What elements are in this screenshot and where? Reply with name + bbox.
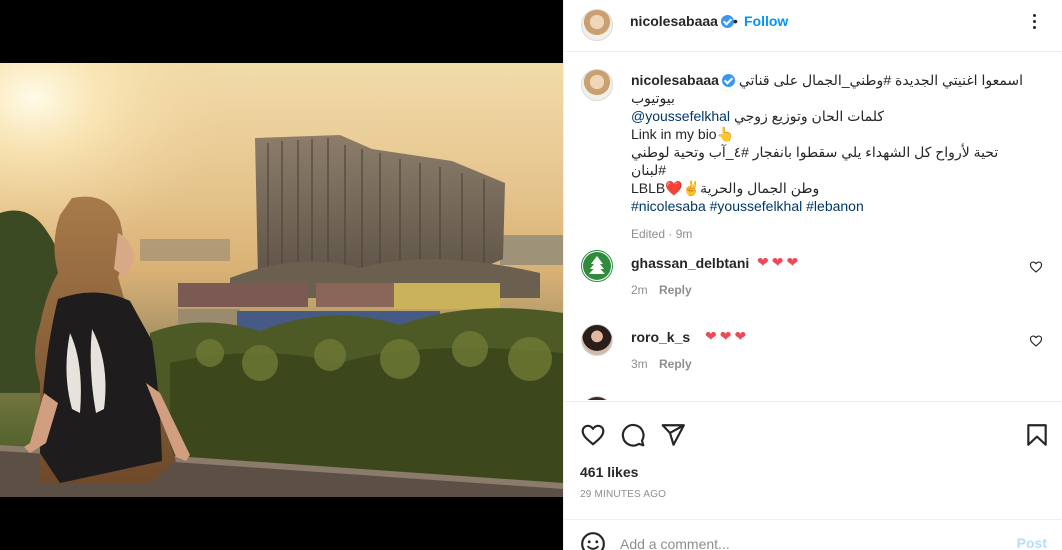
verified-badge-icon <box>720 15 734 28</box>
avatar[interactable] <box>581 9 613 41</box>
post-photo[interactable] <box>0 63 563 497</box>
edited-timestamp: Edited · 9m <box>631 227 693 241</box>
verified-badge-icon <box>721 74 735 87</box>
comment-text: ❤❤❤ <box>757 254 802 270</box>
comment-username[interactable]: ghassan_delbtani <box>631 255 749 271</box>
comment-username[interactable]: roro_k_s <box>631 329 690 345</box>
comment-item-partial: ❤❤❤ <box>581 396 1051 400</box>
hashtag-link[interactable]: #youssefelkhal <box>710 198 803 214</box>
photo-scene <box>0 63 563 497</box>
caption-line-1: اسمعوا اغنيتي الجديدة #وطني_الجمال على ق… <box>738 72 1024 88</box>
comment-icon[interactable] <box>620 422 646 448</box>
comments-list[interactable]: nicolesabaaa اسمعوا اغنيتي الجديدة #وطني… <box>564 53 1062 400</box>
separator-dot: • <box>733 13 738 29</box>
post-author[interactable]: nicolesabaaa <box>630 13 734 29</box>
post-timestamp[interactable]: 29 MINUTES AGO <box>580 489 666 500</box>
heart-icon[interactable] <box>1029 260 1043 274</box>
likes-count[interactable]: 461 likes <box>580 464 638 480</box>
follow-button[interactable]: Follow <box>744 13 788 29</box>
reply-button[interactable]: Reply <box>659 283 692 297</box>
post-button[interactable]: Post <box>1017 535 1047 550</box>
cedar-logo-icon <box>583 252 611 280</box>
emoji-icon[interactable] <box>580 531 606 550</box>
comment-input[interactable] <box>620 534 1000 550</box>
comment-avatar[interactable] <box>581 396 613 400</box>
caption-avatar[interactable] <box>581 69 613 101</box>
caption-line-2: بيوتيوب <box>631 90 675 106</box>
caption-line-4: Link in my bio👆 <box>631 126 735 142</box>
heart-icon[interactable] <box>1029 334 1043 348</box>
comment-item: roro_k_s ❤❤❤ 3m Reply <box>581 324 1051 384</box>
hashtag-link[interactable]: #lebanon <box>806 198 864 214</box>
hashtag-link[interactable]: #nicolesaba <box>631 198 706 214</box>
comment-time: 2m <box>631 283 648 297</box>
post-media <box>0 0 563 550</box>
comment-avatar[interactable] <box>581 250 613 282</box>
caption-line-3: @youssefelkhal كلمات الحان وتوزيع زوجي <box>631 108 885 124</box>
caption-line-5: تحية لأرواح كل الشهداء يلي سقطوا بانفجار… <box>631 144 999 178</box>
heart-icon[interactable] <box>580 422 606 448</box>
caption-text: nicolesabaaa اسمعوا اغنيتي الجديدة #وطني… <box>631 71 1031 215</box>
add-comment-bar: Post <box>564 519 1062 550</box>
post-panel: nicolesabaaa • Follow nicolesabaaa اسمعو… <box>563 0 1062 550</box>
mention-link[interactable]: @youssefelkhal <box>631 108 730 124</box>
hashtags: #nicolesaba #youssefelkhal #lebanon <box>631 197 1031 215</box>
comment-avatar[interactable] <box>581 324 613 356</box>
post-header: nicolesabaaa • Follow <box>564 0 1062 52</box>
reply-button[interactable]: Reply <box>659 357 692 371</box>
comment-item: ghassan_delbtani ❤❤❤ 2m Reply <box>581 250 1051 310</box>
comment-time: 3m <box>631 357 648 371</box>
more-options-icon[interactable] <box>1025 12 1045 32</box>
caption-line-6: LBLB❤️✌️وطن الجمال والحرية <box>631 180 820 196</box>
bookmark-icon[interactable] <box>1024 422 1050 448</box>
caption-username[interactable]: nicolesabaaa <box>631 72 719 88</box>
share-icon[interactable] <box>660 422 686 448</box>
action-bar: 461 likes 29 MINUTES AGO <box>564 401 1062 519</box>
post-author-username[interactable]: nicolesabaaa <box>630 13 718 29</box>
comment-text: ❤❤❤ <box>705 328 750 344</box>
